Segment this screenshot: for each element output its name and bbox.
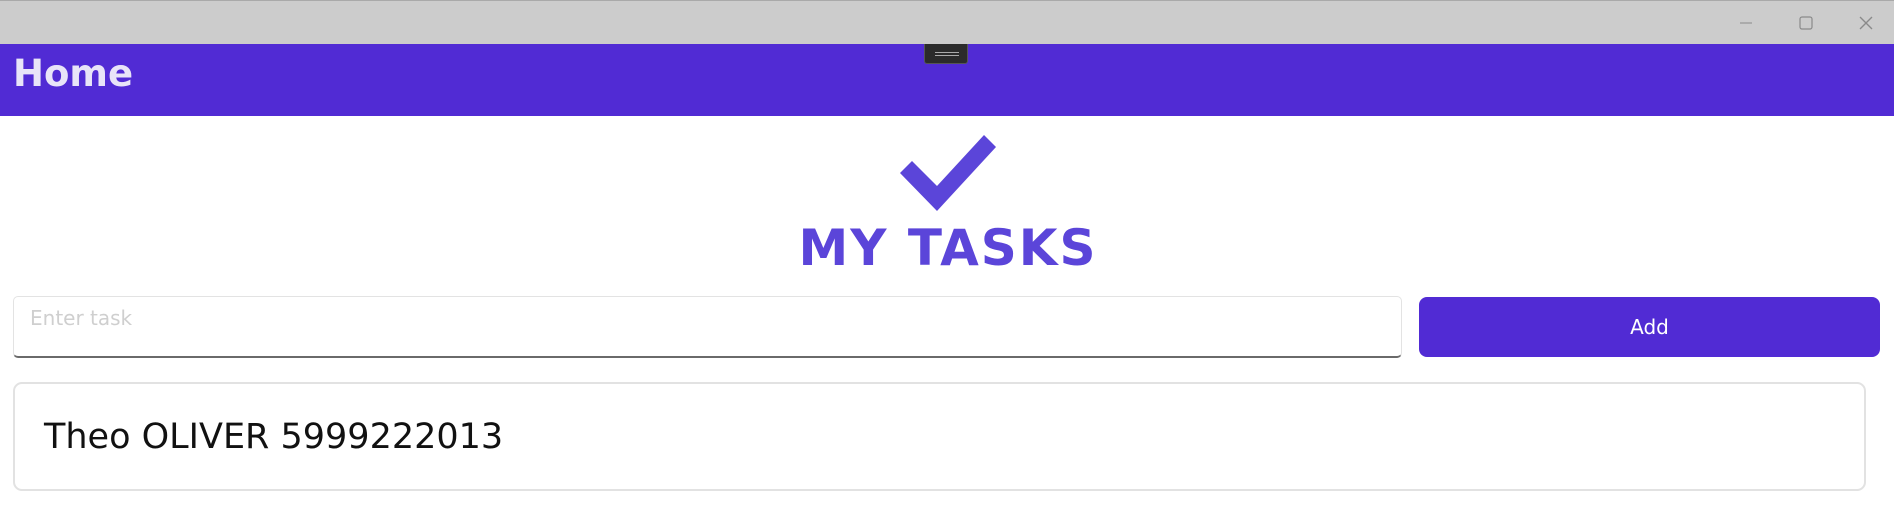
logo-text: MY TASKS	[798, 219, 1098, 277]
add-task-button[interactable]: Add	[1419, 297, 1880, 357]
title-bar[interactable]	[0, 0, 1894, 44]
task-item-text: Theo OLIVER 5999222013	[44, 416, 504, 457]
app-window: Home MY TASKS Add Theo OLIVER 5999222013	[0, 0, 1894, 510]
logo-title: MY TASKS	[0, 220, 1894, 276]
maximize-button[interactable]	[1776, 1, 1836, 44]
close-button[interactable]	[1836, 1, 1894, 44]
page-title: Home	[13, 52, 134, 95]
task-list: Theo OLIVER 5999222013	[13, 382, 1866, 491]
minimize-button[interactable]	[1716, 1, 1776, 44]
minimize-icon	[1740, 22, 1752, 23]
task-input[interactable]	[13, 296, 1402, 358]
checkmark-icon	[900, 135, 996, 211]
navigation-header: Home	[0, 44, 1894, 116]
maximize-icon	[1799, 15, 1813, 30]
drag-handle[interactable]	[924, 44, 968, 64]
close-icon	[1859, 16, 1873, 29]
task-item[interactable]: Theo OLIVER 5999222013	[13, 382, 1866, 491]
